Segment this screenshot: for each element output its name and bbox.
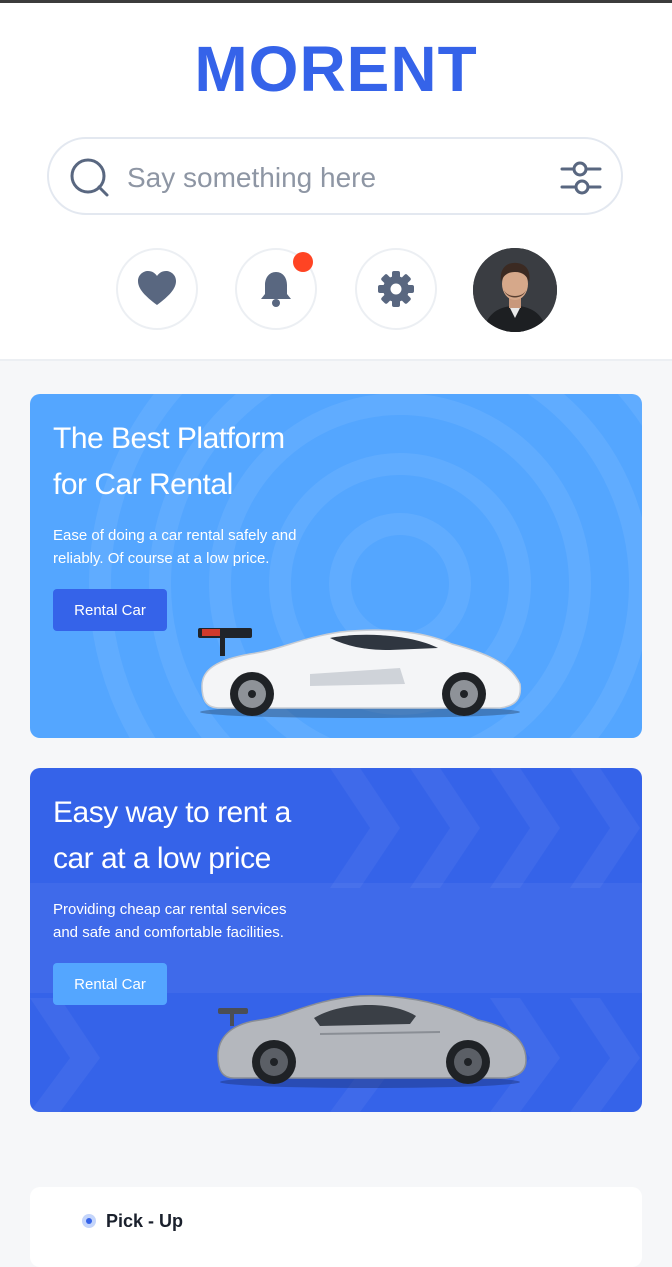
- search-icon[interactable]: [69, 157, 111, 199]
- ad-title-line: The Best Platform: [53, 422, 285, 455]
- settings-button[interactable]: [355, 248, 437, 330]
- profile-avatar[interactable]: [473, 248, 557, 332]
- ad-description-line: and safe and comfortable facilities.: [53, 924, 284, 941]
- ad-description: Ease of doing a car rental safely and re…: [53, 524, 353, 570]
- heart-icon: [138, 271, 176, 305]
- gear-icon: [378, 271, 414, 307]
- notification-badge: [293, 252, 313, 272]
- app-header: MORENT: [0, 3, 672, 361]
- ad-title: Easy way to rent a car at a low price: [53, 790, 373, 882]
- pickup-label: Pick - Up: [106, 1211, 184, 1231]
- sports-car-white-image: [198, 628, 522, 718]
- bell-icon: [261, 272, 291, 307]
- ad-description-line: Providing cheap car rental services: [53, 901, 287, 918]
- sports-car-silver-image: [217, 995, 527, 1088]
- ad-description-line: Ease of doing a car rental safely and: [53, 527, 297, 544]
- rental-car-button[interactable]: Rental Car: [53, 589, 167, 631]
- avatar: [473, 248, 557, 332]
- rental-car-button[interactable]: Rental Car: [53, 963, 167, 1005]
- search-input[interactable]: [125, 153, 529, 203]
- header-icon-row: [0, 248, 672, 338]
- search-bar: [47, 137, 623, 215]
- ad-title-line: for Car Rental: [53, 468, 233, 501]
- favorites-button[interactable]: [116, 248, 198, 330]
- notifications-button[interactable]: [235, 248, 317, 330]
- ad-title-line: Easy way to rent a: [53, 796, 291, 829]
- ad-description-line: reliably. Of course at a low price.: [53, 550, 270, 567]
- pickup-panel: Pick - Up: [30, 1187, 642, 1267]
- filter-icon[interactable]: [559, 157, 603, 199]
- pickup-radio-icon[interactable]: [82, 1214, 96, 1228]
- ad-card-2[interactable]: Easy way to rent a car at a low price Pr…: [30, 768, 642, 1112]
- ad-title-line: car at a low price: [53, 842, 271, 875]
- ad-card-1[interactable]: The Best Platform for Car Rental Ease of…: [30, 394, 642, 738]
- ad-title: The Best Platform for Car Rental: [53, 416, 373, 508]
- app-logo[interactable]: MORENT: [0, 33, 672, 105]
- ad-description: Providing cheap car rental services and …: [53, 898, 353, 944]
